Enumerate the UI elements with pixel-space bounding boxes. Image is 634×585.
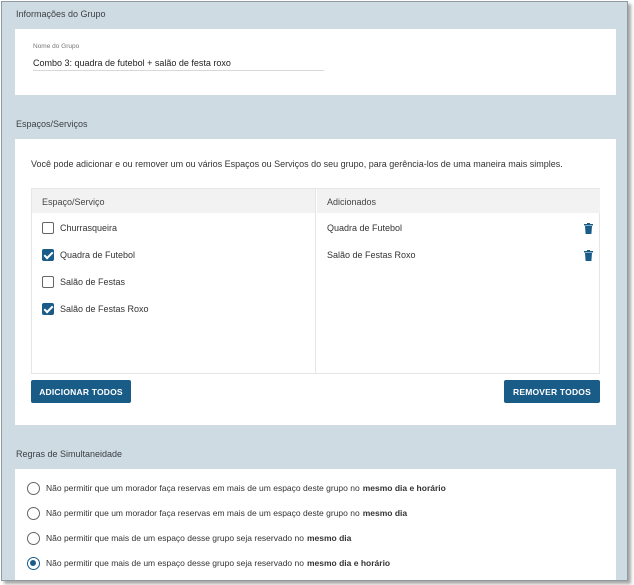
rule-option-bold: mesmo dia	[362, 508, 408, 518]
group-name-input[interactable]: Combo 3: quadra de futebol + salão de fe…	[33, 58, 231, 68]
available-item-salao-de-festas-roxo[interactable]: Salão de Festas Roxo	[42, 301, 149, 317]
remove-all-button[interactable]: REMOVER TODOS	[504, 380, 600, 403]
rules-card: Não permitir que um morador faça reserva…	[15, 469, 616, 580]
spaces-title: Espaços/Serviços	[16, 119, 88, 129]
rule-option-text: Não permitir que mais de um espaço desse…	[46, 558, 304, 568]
radio-button[interactable]	[27, 531, 40, 545]
rule-option-4[interactable]: Não permitir que mais de um espaço desse…	[27, 555, 390, 571]
group-name-label: Nome do Grupo	[33, 43, 80, 50]
checkbox[interactable]	[42, 222, 54, 234]
added-item-label: Quadra de Futebol	[327, 223, 403, 233]
rule-option-bold: mesmo dia	[306, 533, 352, 543]
spaces-card: Você pode adicionar e ou remover um ou v…	[15, 139, 616, 425]
available-item-salao-de-festas[interactable]: Salão de Festas	[42, 274, 125, 290]
rule-option-2[interactable]: Não permitir que um morador faça reserva…	[27, 505, 407, 521]
rules-title: Regras de Simultaneidade	[16, 449, 123, 459]
radio-button[interactable]	[27, 506, 40, 520]
added-column: Adicionados Quadra de Futebol Salão de F…	[317, 189, 600, 373]
rule-option-3[interactable]: Não permitir que mais de um espaço desse…	[27, 530, 351, 546]
group-info-title: Informações do Grupo	[16, 9, 106, 19]
rule-option-text: Não permitir que um morador faça reserva…	[46, 508, 360, 518]
added-item-quadra-de-futebol: Quadra de Futebol	[327, 220, 593, 236]
trash-icon[interactable]	[584, 222, 593, 234]
radio-button-selected[interactable]	[27, 556, 40, 570]
checkbox-checked[interactable]	[42, 249, 54, 261]
rule-option-text: Não permitir que mais de um espaço desse…	[46, 533, 304, 543]
added-item-salao-de-festas-roxo: Salão de Festas Roxo	[327, 247, 593, 263]
added-item-label: Salão de Festas Roxo	[327, 250, 416, 260]
window-frame: Informações do Grupo Nome do Grupo Combo…	[1, 1, 628, 581]
available-item-label: Salão de Festas	[60, 277, 126, 287]
spaces-table: Espaço/Serviço Churrasqueira Quadra de F…	[31, 188, 600, 374]
available-item-label: Salão de Festas Roxo	[60, 304, 149, 314]
rule-option-text: Não permitir que um morador faça reserva…	[46, 483, 360, 493]
available-item-churrasqueira[interactable]: Churrasqueira	[42, 220, 117, 236]
rule-option-bold: mesmo dia e horário	[362, 483, 446, 493]
checkbox[interactable]	[42, 276, 54, 288]
rule-option-bold: mesmo dia e horário	[306, 558, 391, 568]
available-item-label: Churrasqueira	[60, 223, 118, 233]
available-item-quadra-de-futebol[interactable]: Quadra de Futebol	[42, 247, 135, 263]
group-name-underline	[33, 70, 324, 71]
available-header: Espaço/Serviço	[32, 189, 315, 213]
add-all-button[interactable]: ADICIONAR TODOS	[31, 380, 131, 403]
rule-option-1[interactable]: Não permitir que um morador faça reserva…	[27, 480, 446, 496]
available-item-label: Quadra de Futebol	[60, 250, 136, 260]
available-column: Espaço/Serviço Churrasqueira Quadra de F…	[32, 189, 316, 373]
spaces-intro: Você pode adicionar e ou remover um ou v…	[31, 159, 563, 169]
group-info-card: Nome do Grupo Combo 3: quadra de futebol…	[15, 29, 616, 95]
added-header: Adicionados	[317, 189, 600, 213]
checkbox-checked[interactable]	[42, 303, 54, 315]
trash-icon[interactable]	[584, 249, 593, 261]
radio-button[interactable]	[27, 481, 40, 495]
